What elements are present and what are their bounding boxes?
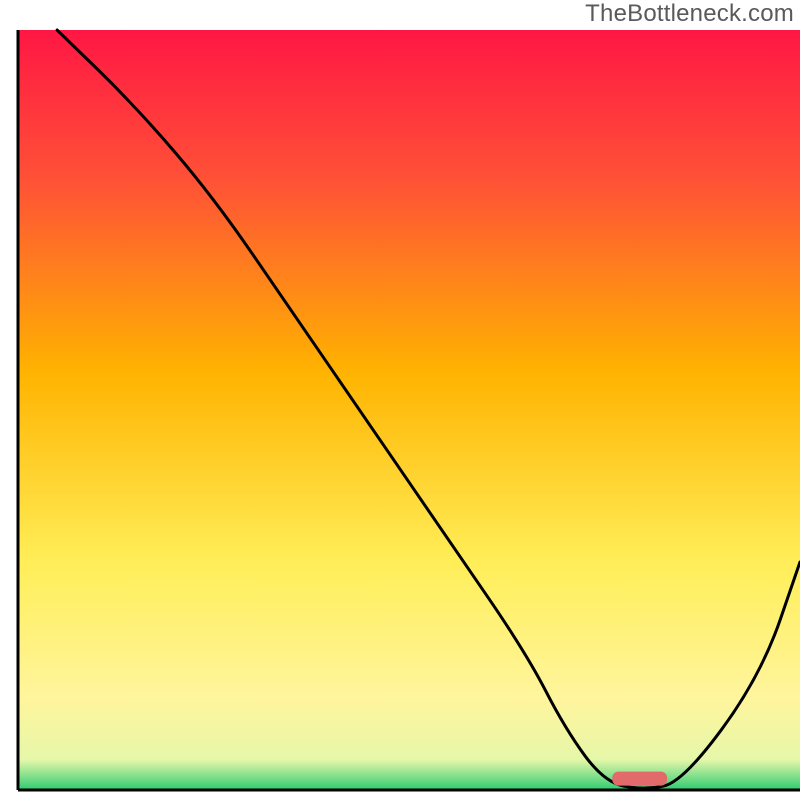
chart-container: TheBottleneck.com bbox=[0, 0, 800, 800]
bottleneck-chart bbox=[0, 0, 800, 800]
watermark-text: TheBottleneck.com bbox=[585, 0, 794, 28]
optimal-marker bbox=[612, 772, 667, 786]
plot-background bbox=[18, 30, 800, 790]
